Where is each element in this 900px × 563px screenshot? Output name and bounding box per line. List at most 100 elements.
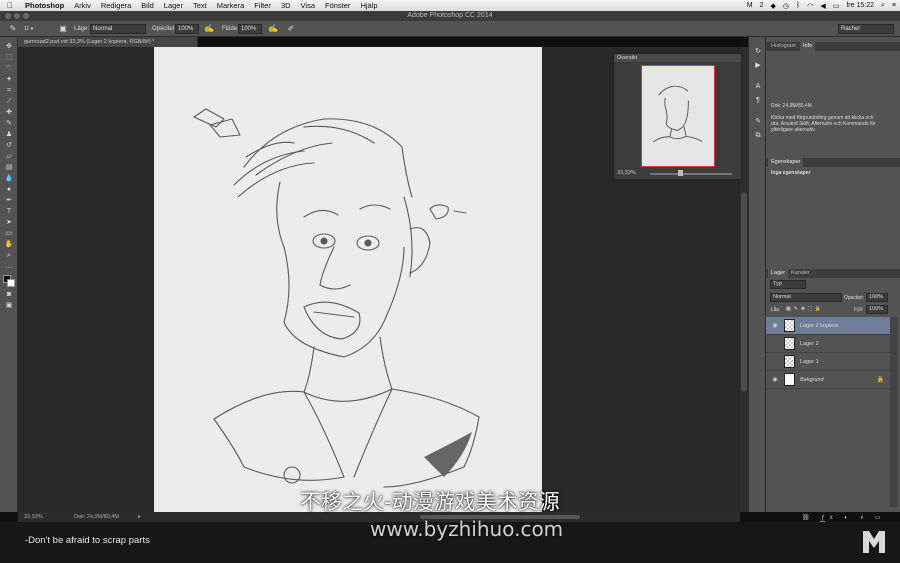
menu-fonster[interactable]: Fönster [320,1,355,10]
layer-row[interactable]: Lager 2 [766,335,890,353]
menu-filter[interactable]: Filter [249,1,276,10]
layer-blend-select[interactable]: Normal [770,293,842,302]
eye-icon[interactable]: ◉ [771,322,779,330]
brush-panel-icon[interactable]: ▣ [58,24,68,34]
menu-3d[interactable]: 3D [276,1,296,10]
eyedropper-tool-icon[interactable]: ⟋ [4,98,14,106]
shape-tool-icon[interactable]: ▭ [4,230,14,238]
list-icon[interactable]: ≡ [892,2,896,9]
layer-fill-input[interactable]: 100% [866,305,888,314]
menu-app[interactable]: Photoshop [20,1,69,10]
airbrush-icon[interactable]: ✍ [268,24,278,34]
brush-presets-icon[interactable]: ✎ [753,117,763,127]
status-zoom[interactable]: 33,33% [24,512,43,522]
quick-select-tool-icon[interactable]: ✦ [4,76,14,84]
layer-thumbnail [784,373,795,386]
history-icon[interactable]: ↻ [753,47,763,57]
dodge-tool-icon[interactable]: ● [4,186,14,194]
document-tab[interactable]: gumroad2.psd vid 33,3% (Lager 2 kopiera,… [18,37,198,47]
stamp-tool-icon[interactable]: ♟ [4,131,14,139]
volume-icon[interactable]: ◀ [820,2,825,10]
pen-tool-icon[interactable]: ✒ [4,197,14,205]
menu-arkiv[interactable]: Arkiv [69,1,96,10]
brush-size-picker[interactable]: 11 ▾ [24,24,33,34]
clock-time[interactable]: fre 15:22 [846,2,874,9]
flow-input[interactable]: 100% [238,24,262,34]
zoom-window-button[interactable] [23,13,29,19]
clone-source-icon[interactable]: ⧉ [753,131,763,141]
clock-icon[interactable]: ◷ [783,2,789,10]
navigator-zoom[interactable]: 33,33% [617,170,636,176]
layer-blend-value: Normal [773,294,791,300]
layer-opacity-input[interactable]: 100% [866,293,888,302]
lock-icons[interactable]: ▦✎✥⛶🔒 [786,306,824,312]
lasso-tool-icon[interactable]: ➰ [4,65,14,73]
tab-histogram[interactable]: Histogram [768,42,799,51]
path-select-tool-icon[interactable]: ➤ [4,219,14,227]
lock-icon: 🔒 [876,377,884,383]
battery-icon[interactable]: ▭ [833,2,840,10]
brush-tool-icon-active[interactable]: ✎ [4,120,14,128]
actions-icon[interactable]: ▶ [753,61,763,71]
vertical-scroll-thumb[interactable] [741,192,747,392]
menu-visa[interactable]: Visa [296,1,320,10]
layer-row[interactable]: Lager 1 [766,353,890,371]
menu-text[interactable]: Text [188,1,212,10]
gradient-tool-icon[interactable]: ▤ [4,164,14,172]
wifi-icon[interactable]: ◠ [807,2,813,10]
eye-icon[interactable]: ◉ [771,376,779,384]
marquee-tool-icon[interactable]: ⬚ [4,54,14,62]
adobe-icon[interactable]: M [747,2,753,9]
notification-badge[interactable]: 2 [760,2,764,9]
dropbox-icon[interactable]: ◆ [771,2,776,10]
status-doc-size[interactable]: Dok: 24,9M/80,4M [74,512,119,522]
pressure-opacity-icon[interactable]: ✍ [204,24,214,34]
tab-properties[interactable]: Egenskaper [768,158,804,167]
menu-bild[interactable]: Bild [136,1,159,10]
menu-markera[interactable]: Markera [212,1,250,10]
workspace-select[interactable]: Rachel [838,24,894,34]
menu-hjalp[interactable]: Hjälp [355,1,382,10]
eraser-tool-icon[interactable]: ▱ [4,153,14,161]
screen-mode-icon[interactable]: ▣ [4,302,14,310]
layers-scrollbar[interactable] [890,317,898,507]
blend-mode-select[interactable]: Normal [90,24,146,34]
move-tool-icon[interactable]: ✥ [4,43,14,51]
healing-tool-icon[interactable]: ✚ [4,109,14,117]
brush-tool-icon[interactable]: ✎ [8,24,18,34]
brush-size-value: 11 [24,26,30,32]
apple-icon[interactable]:  [0,1,20,10]
crop-tool-icon[interactable]: ⌗ [4,87,14,95]
history-brush-tool-icon[interactable]: ↺ [4,142,14,150]
type-tool-icon[interactable]: T [4,208,14,216]
quick-mask-icon[interactable]: ◙ [4,291,14,299]
opacity-input[interactable]: 100% [175,24,199,34]
pressure-size-icon[interactable]: ✐ [286,24,296,34]
background-color-swatch[interactable] [7,279,15,287]
tab-info[interactable]: Info [800,42,816,51]
layer-row[interactable]: ◉ Lager 2 kopiera [766,317,890,335]
layer-thumbnail [784,319,795,332]
more-tools-icon[interactable]: … [4,263,14,271]
layer-row[interactable]: ◉ Bakgrund 🔒 [766,371,890,389]
navigator-title[interactable]: Översikt [614,54,741,62]
navigator-zoom-slider[interactable] [650,173,732,175]
menu-redigera[interactable]: Redigera [96,1,136,10]
zoom-tool-icon[interactable]: ⌕ [4,252,14,260]
bluetooth-icon[interactable]: ᛒ [796,2,800,9]
navigator-slider-knob[interactable] [678,170,683,176]
tab-layers[interactable]: Lager [768,269,789,278]
menu-lager[interactable]: Lager [159,1,188,10]
paragraph-icon[interactable]: ¶ [753,96,763,106]
status-arrow-icon[interactable]: ▸ [138,512,141,522]
navigator-view-rect[interactable] [641,65,715,167]
hand-tool-icon[interactable]: ✋ [4,241,14,249]
blur-tool-icon[interactable]: 💧 [4,175,14,183]
close-window-button[interactable] [5,13,11,19]
character-icon[interactable]: A [753,82,763,92]
search-icon[interactable]: ⌕ [881,2,885,10]
minimize-window-button[interactable] [14,13,20,19]
layer-filter-select[interactable]: Typ [770,280,806,289]
tab-channels[interactable]: Kanaler [788,269,813,278]
drawing-canvas[interactable] [154,47,542,512]
